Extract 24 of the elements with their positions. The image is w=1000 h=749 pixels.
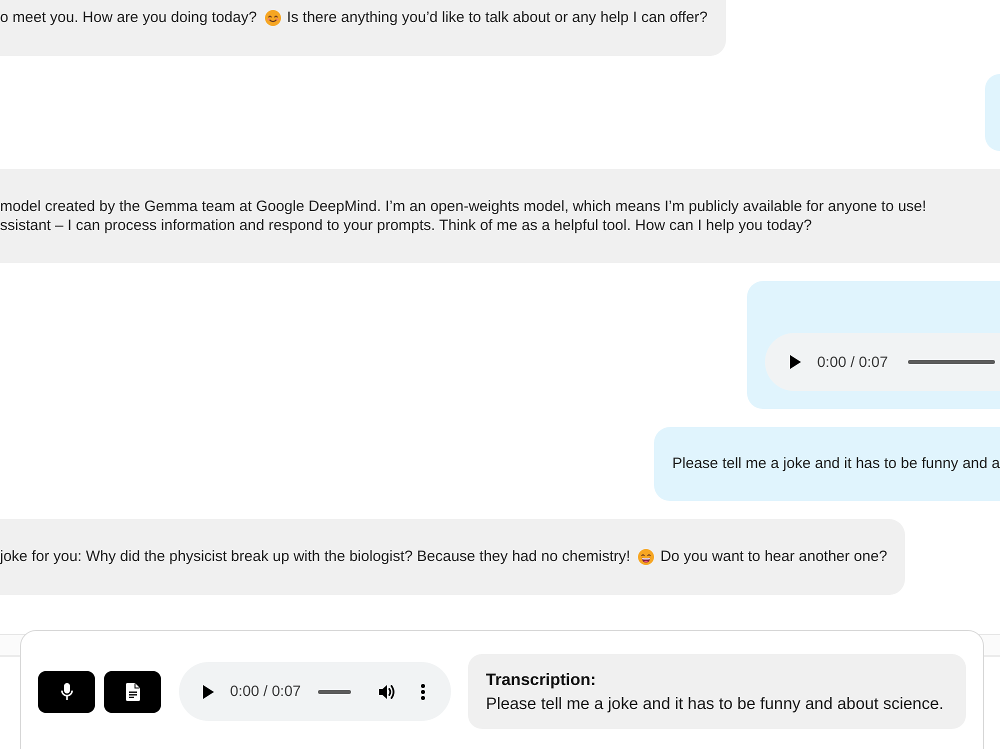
message-text: Do you want to hear another one? [660, 547, 888, 567]
progress-track[interactable] [908, 360, 995, 364]
play-icon[interactable] [790, 355, 802, 369]
message-text: Please tell me a joke and it has to be funny and a [672, 454, 1000, 474]
progress-track[interactable] [318, 690, 351, 694]
microphone-button[interactable] [38, 670, 95, 712]
document-button[interactable] [104, 670, 161, 712]
audio-time: 0:00 / 0:07 [230, 683, 301, 700]
audio-player[interactable]: 0:00 / 0:07 [179, 662, 451, 721]
message-text: Is there anything you’d like to talk about or any help I can offer? [286, 8, 708, 28]
audio-player[interactable]: 0:00 / 0:07 [765, 333, 1000, 391]
message-text: model created by the Gemma team at Google DeepMind. I’m an open-weights model, which means I’m publicly available for anyone to use! ssistant – I can process information and respond to your prompts. Think of me as a helpful tool. How can I help you today? [0, 197, 926, 235]
volume-icon[interactable] [378, 684, 396, 700]
transcription-title: Transcription: [486, 670, 597, 690]
grinning-face-icon [638, 549, 654, 565]
audio-time: 0:00 / 0:07 [817, 354, 888, 370]
message-text: o meet you. How are you doing today? [0, 8, 257, 28]
transcription-text: Please tell me a joke and it has to be funny and about science. [486, 694, 945, 714]
smiling-face-icon [264, 10, 281, 26]
document-icon [126, 682, 140, 700]
more-options-icon[interactable] [420, 684, 425, 700]
play-icon[interactable] [203, 684, 214, 698]
microphone-icon [60, 683, 72, 700]
message-text: joke for you: Why did the physicist break up with the biologist? Because they had no chemistry! [0, 547, 630, 567]
